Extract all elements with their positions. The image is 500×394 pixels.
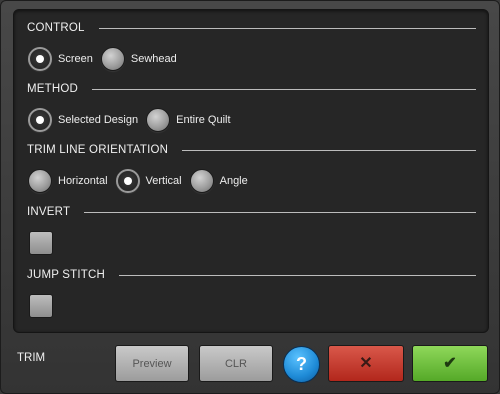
radio-button[interactable] — [189, 169, 214, 193]
x-icon: ✕ — [359, 354, 373, 372]
radio-label: Horizontal — [58, 175, 108, 187]
confirm-button[interactable]: ✔ — [412, 345, 488, 382]
radio-label: Selected Design — [58, 114, 139, 126]
radio-label: Entire Quilt — [176, 114, 231, 126]
radio-label: Screen — [58, 53, 93, 65]
radio-selected-design[interactable]: Selected Design — [28, 108, 142, 132]
clr-button-label: CLR — [224, 357, 247, 370]
method-options: Selected Design Entire Quilt — [28, 107, 239, 133]
trim-dialog: CONTROL Screen Sewhead METHOD Selected D… — [0, 0, 500, 394]
jump-stitch-checkbox[interactable] — [29, 294, 53, 318]
section-divider — [182, 149, 476, 151]
radio-screen[interactable]: Screen — [28, 47, 97, 71]
dialog-title: TRIM — [17, 352, 46, 364]
orientation-options: Horizontal Vertical Angle — [28, 168, 256, 194]
method-section-title: METHOD — [27, 83, 79, 95]
radio-entire-quilt[interactable]: Entire Quilt — [146, 108, 234, 132]
radio-label: Vertical — [145, 175, 182, 187]
control-section-header: CONTROL — [27, 21, 476, 35]
radio-button[interactable] — [28, 169, 52, 193]
orientation-section-title: TRIM LINE ORIENTATION — [27, 144, 169, 156]
radio-angle[interactable]: Angle — [189, 169, 252, 193]
section-divider — [84, 211, 476, 213]
radio-button[interactable] — [100, 47, 125, 71]
options-panel: CONTROL Screen Sewhead METHOD Selected D… — [13, 9, 489, 333]
preview-button[interactable]: Preview — [115, 345, 189, 382]
section-divider — [119, 274, 476, 276]
invert-section-header: INVERT — [27, 205, 476, 219]
invert-checkbox[interactable] — [29, 231, 53, 255]
invert-section-title: INVERT — [27, 206, 71, 218]
radio-button[interactable] — [146, 108, 171, 132]
jump-stitch-section-header: JUMP STITCH — [27, 268, 476, 282]
control-options: Screen Sewhead — [28, 46, 185, 72]
orientation-section-header: TRIM LINE ORIENTATION — [27, 143, 476, 157]
section-divider — [92, 88, 476, 90]
help-icon: ? — [296, 354, 307, 374]
radio-vertical[interactable]: Vertical — [115, 169, 186, 193]
help-button[interactable]: ? — [283, 346, 320, 383]
section-divider — [98, 27, 476, 29]
preview-button-label: Preview — [132, 357, 172, 370]
check-icon: ✔ — [443, 354, 457, 372]
radio-horizontal[interactable]: Horizontal — [28, 169, 112, 193]
jump-stitch-section-title: JUMP STITCH — [27, 269, 106, 281]
cancel-button[interactable]: ✕ — [328, 345, 404, 382]
radio-button-selected[interactable] — [115, 169, 140, 193]
radio-label: Sewhead — [130, 53, 177, 65]
control-section-title: CONTROL — [27, 22, 85, 34]
radio-button-selected[interactable] — [28, 47, 52, 71]
radio-button-selected[interactable] — [28, 108, 52, 132]
method-section-header: METHOD — [27, 82, 476, 96]
clr-button[interactable]: CLR — [199, 345, 273, 382]
radio-label: Angle — [219, 175, 248, 187]
radio-sewhead[interactable]: Sewhead — [100, 47, 181, 71]
